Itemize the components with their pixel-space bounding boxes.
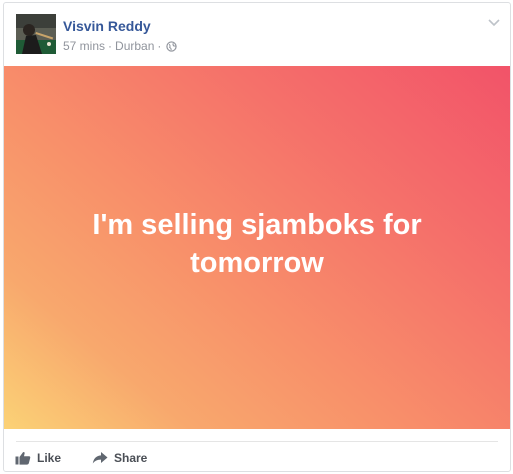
chevron-down-icon[interactable] [487, 15, 501, 33]
post-card: Visvin Reddy 57 mins · Durban · I'm selling… [3, 2, 511, 472]
author-avatar[interactable] [16, 14, 56, 54]
post-header: Visvin Reddy 57 mins · Durban · [4, 3, 510, 67]
post-location[interactable]: Durban [115, 39, 154, 53]
thumbs-up-icon [15, 452, 31, 465]
avatar-image [16, 14, 56, 54]
like-label: Like [37, 451, 62, 465]
author-name[interactable]: Visvin Reddy [63, 17, 151, 35]
share-button[interactable]: Share [92, 448, 147, 468]
like-button[interactable]: Like [15, 448, 61, 468]
post-actions: Like Share [4, 444, 510, 471]
meta-separator: · [108, 39, 113, 53]
action-divider [16, 441, 498, 442]
post-time[interactable]: 57 mins [63, 39, 105, 53]
globe-icon[interactable] [166, 40, 178, 56]
post-text: I'm selling sjamboks for tomorrow [92, 208, 422, 279]
meta-separator-2: · [157, 39, 162, 53]
post-meta: 57 mins · Durban · [63, 38, 178, 56]
share-arrow-icon [92, 452, 108, 464]
post-background-banner: I'm selling sjamboks for tomorrow [4, 66, 510, 429]
share-label: Share [114, 451, 148, 465]
